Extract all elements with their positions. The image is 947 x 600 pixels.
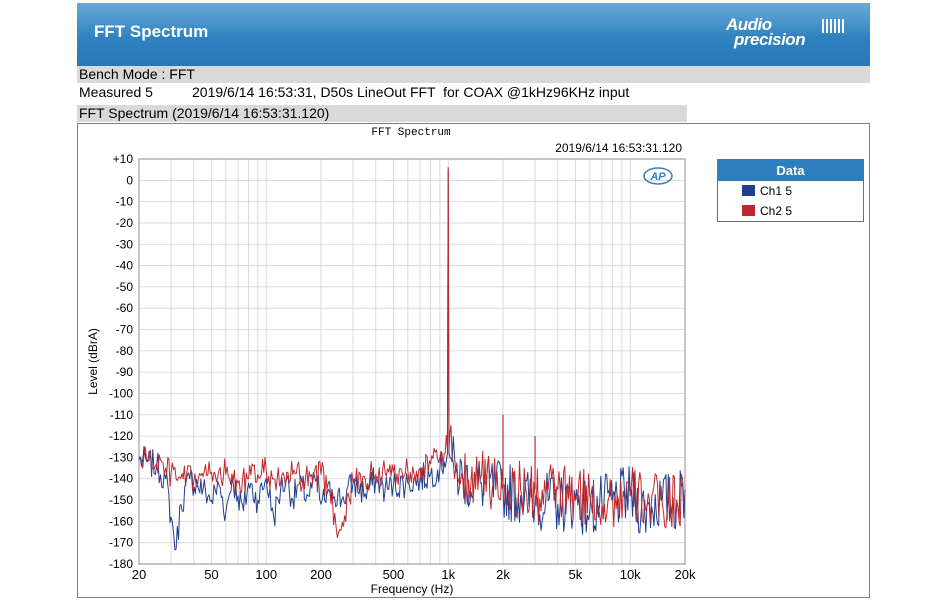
x-tick-label: 100 [255, 567, 277, 582]
x-tick-label: 50 [204, 567, 218, 582]
y-tick-label: -60 [116, 301, 134, 315]
x-tick-label: 200 [310, 567, 332, 582]
y-tick-label: 0 [126, 173, 133, 187]
bench-mode-text: Bench Mode : FFT [79, 66, 195, 82]
app-header: FFT Spectrum Audio precision [77, 3, 870, 66]
y-tick-label: -70 [116, 323, 134, 337]
chart-legend: Data Ch1 5 Ch2 5 [717, 159, 864, 222]
legend-item-ch2: Ch2 5 [742, 203, 792, 219]
y-tick-label: -150 [109, 493, 133, 507]
section-title-row: FFT Spectrum (2019/6/14 16:53:31.120) [77, 105, 687, 122]
x-tick-label: 20 [132, 567, 146, 582]
measured-label: Measured 5 [79, 84, 153, 100]
y-tick-label: -180 [109, 557, 133, 571]
y-tick-label: -30 [116, 237, 134, 251]
y-tick-label: -140 [109, 472, 133, 486]
legend-item-ch1: Ch1 5 [742, 183, 792, 199]
x-tick-label: 5k [569, 567, 583, 582]
x-tick-label: 2k [496, 567, 510, 582]
y-tick-label: -10 [116, 195, 134, 209]
y-tick-label: -120 [109, 429, 133, 443]
y-tick-label: -170 [109, 536, 133, 550]
y-tick-label: -50 [116, 280, 134, 294]
chart-title: FFT Spectrum [371, 127, 451, 139]
y-tick-label: +10 [113, 152, 134, 166]
y-tick-label: -20 [116, 216, 134, 230]
y-tick-label: -130 [109, 450, 133, 464]
ap-watermark-text: AP [649, 171, 666, 183]
legend-swatch-ch2 [742, 205, 755, 216]
legend-label-ch1: Ch1 5 [760, 184, 793, 198]
legend-title: Data [718, 160, 863, 181]
x-tick-label: 10k [620, 567, 641, 582]
chart-timestamp: 2019/6/14 16:53:31.120 [555, 141, 682, 155]
x-tick-label: 1k [441, 567, 455, 582]
y-tick-label: -40 [116, 259, 134, 273]
measured-description: 2019/6/14 16:53:31, D50s LineOut FFT for… [192, 84, 630, 100]
bench-mode-row: Bench Mode : FFT [77, 66, 870, 83]
legend-swatch-ch1 [742, 185, 755, 196]
legend-label-ch2: Ch2 5 [760, 204, 793, 218]
y-tick-label: -100 [109, 386, 133, 400]
audio-precision-logo: Audio precision [724, 15, 844, 55]
y-axis-label: Level (dBrA) [86, 328, 100, 395]
logo-bars-icon [822, 19, 844, 33]
x-tick-label: 20k [675, 567, 696, 582]
logo-text-precision: precision [734, 30, 806, 49]
x-tick-label: 500 [383, 567, 405, 582]
header-title: FFT Spectrum [94, 22, 209, 41]
y-tick-label: -160 [109, 514, 133, 528]
plot-area [139, 159, 685, 564]
x-axis-label: Frequency (Hz) [371, 582, 454, 596]
y-tick-label: -90 [116, 365, 134, 379]
y-tick-label: -110 [110, 408, 133, 422]
section-title: FFT Spectrum (2019/6/14 16:53:31.120) [79, 105, 330, 121]
y-tick-label: -80 [116, 344, 134, 358]
